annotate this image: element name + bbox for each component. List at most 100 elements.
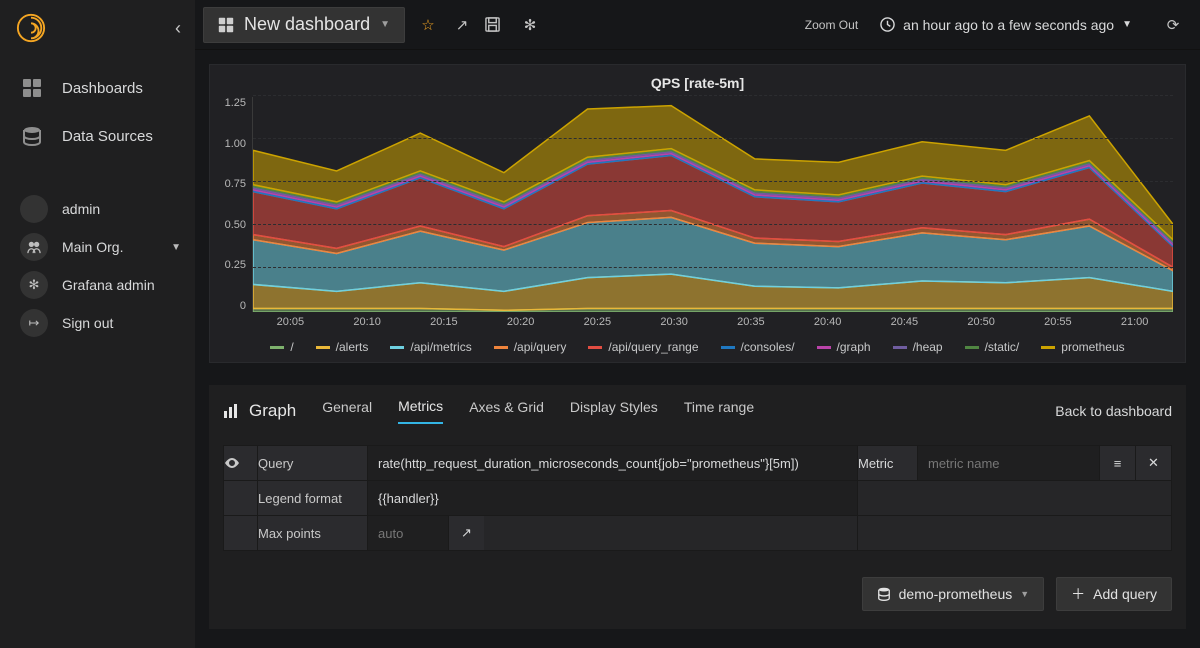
legend-item[interactable]: /graph <box>817 340 871 354</box>
legend-label: /api/metrics <box>410 340 471 354</box>
time-range-label: an hour ago to a few seconds ago <box>903 17 1114 33</box>
datasource-name: demo-prometheus <box>899 586 1013 602</box>
graph-panel: QPS [rate-5m] 1.251.000.750.500.250 20:0… <box>209 64 1186 363</box>
legend-swatch <box>588 346 602 349</box>
chevron-down-icon: ▼ <box>380 19 390 30</box>
plus-icon: ＋ <box>1071 584 1085 604</box>
legend-item[interactable]: /static/ <box>965 340 1020 354</box>
legend-label: /graph <box>837 340 871 354</box>
legend-label: /alerts <box>336 340 369 354</box>
sidebar-user[interactable]: admin <box>20 190 181 228</box>
legend-swatch <box>893 346 907 349</box>
y-axis: 1.251.000.750.500.250 <box>222 97 252 312</box>
legend-label: prometheus <box>1061 340 1124 354</box>
query-expr-input[interactable] <box>368 446 857 480</box>
legend-item[interactable]: /alerts <box>316 340 369 354</box>
share-icon[interactable]: ↗ <box>451 16 473 34</box>
org-icon <box>20 233 48 261</box>
legend-item[interactable]: /heap <box>893 340 943 354</box>
editor-tab-time-range[interactable]: Time range <box>684 399 754 423</box>
dashboards-icon <box>22 78 44 98</box>
sidebar: ‹ Dashboards Data Sources <box>0 0 195 648</box>
sidebar-signout-label: Sign out <box>62 315 113 331</box>
database-icon <box>877 587 891 601</box>
legend-swatch <box>817 346 831 349</box>
chart-plot[interactable] <box>252 97 1173 312</box>
sidebar-item-label: Data Sources <box>62 128 153 145</box>
legend-swatch <box>390 346 404 349</box>
chart-legend: / /alerts/api/metrics/api/query/api/query… <box>222 340 1173 354</box>
legend-label: / <box>290 340 293 354</box>
x-axis: 20:0520:1020:1520:2020:2520:3020:3520:40… <box>252 312 1173 334</box>
legend-item[interactable]: /consoles/ <box>721 340 795 354</box>
dashboards-icon <box>218 17 234 33</box>
legend-swatch <box>965 346 979 349</box>
max-points-input[interactable] <box>368 516 448 550</box>
sidebar-admin-label: Grafana admin <box>62 277 155 293</box>
legend-label: /static/ <box>985 340 1020 354</box>
grafana-logo <box>16 13 46 43</box>
legend-swatch <box>1041 346 1055 349</box>
sidebar-signout[interactable]: ↦ Sign out <box>20 304 181 342</box>
sidebar-org-name: Main Org. <box>62 239 123 255</box>
chevron-down-icon: ▼ <box>171 242 181 253</box>
legend-label: /api/query_range <box>608 340 698 354</box>
panel-editor: Graph GeneralMetricsAxes & GridDisplay S… <box>209 385 1186 629</box>
add-query-button[interactable]: ＋ Add query <box>1056 577 1172 611</box>
editor-tab-axes-grid[interactable]: Axes & Grid <box>469 399 544 423</box>
sidebar-collapse-icon[interactable]: ‹ <box>175 18 181 39</box>
time-range-picker[interactable]: an hour ago to a few seconds ago ▼ <box>880 17 1132 33</box>
legend-swatch <box>270 346 284 349</box>
dashboard-picker-button[interactable]: New dashboard ▼ <box>203 7 405 43</box>
legend-label: /consoles/ <box>741 340 795 354</box>
zoom-out-button[interactable]: Zoom Out <box>805 18 858 32</box>
legend-item[interactable]: /api/metrics <box>390 340 471 354</box>
panel-title: QPS [rate-5m] <box>222 75 1173 91</box>
metric-label: Metric <box>858 446 918 481</box>
sidebar-item-label: Dashboards <box>62 80 143 97</box>
sidebar-item-datasources[interactable]: Data Sources <box>0 112 195 160</box>
legend-label: /api/query <box>514 340 567 354</box>
editor-tab-display-styles[interactable]: Display Styles <box>570 399 658 423</box>
add-query-label: Add query <box>1093 586 1157 602</box>
topbar: New dashboard ▼ ☆ ↗ ✻ Zoom Out an hour a… <box>195 0 1200 50</box>
legend-swatch <box>494 346 508 349</box>
legend-item[interactable]: /api/query_range <box>588 340 698 354</box>
metric-name-input[interactable] <box>918 446 1099 480</box>
back-to-dashboard-link[interactable]: Back to dashboard <box>1055 403 1172 419</box>
toggle-query-icon[interactable] <box>224 446 258 481</box>
max-points-label: Max points <box>258 516 368 551</box>
legend-item[interactable]: / <box>270 340 293 354</box>
chevron-down-icon: ▼ <box>1122 19 1132 30</box>
query-menu-icon[interactable]: ≡ <box>1100 446 1136 481</box>
sidebar-grafana-admin[interactable]: ✻ Grafana admin <box>20 266 181 304</box>
save-icon[interactable] <box>485 17 507 32</box>
legend-item[interactable]: prometheus <box>1041 340 1124 354</box>
legend-item[interactable]: /api/query <box>494 340 567 354</box>
barchart-icon <box>223 403 239 419</box>
sidebar-item-dashboards[interactable]: Dashboards <box>0 64 195 112</box>
remove-query-icon[interactable]: ✕ <box>1136 446 1172 481</box>
signout-icon: ↦ <box>20 309 48 337</box>
legend-format-input[interactable] <box>368 481 857 515</box>
link-icon[interactable]: ↗ <box>448 516 484 550</box>
clock-icon <box>880 17 895 32</box>
star-icon[interactable]: ☆ <box>417 16 439 34</box>
refresh-icon[interactable]: ⟳ <box>1162 16 1184 34</box>
legend-format-label: Legend format <box>258 481 368 516</box>
datasources-icon <box>22 126 44 146</box>
dashboard-name: New dashboard <box>244 14 370 35</box>
query-label: Query <box>258 446 368 481</box>
editor-tab-general[interactable]: General <box>322 399 372 423</box>
datasource-picker-button[interactable]: demo-prometheus ▼ <box>862 577 1045 611</box>
gear-icon: ✻ <box>20 271 48 299</box>
sidebar-org-picker[interactable]: Main Org. ▼ <box>20 228 181 266</box>
sidebar-user-name: admin <box>62 201 100 217</box>
legend-swatch <box>721 346 735 349</box>
legend-label: /heap <box>913 340 943 354</box>
avatar-icon <box>20 195 48 223</box>
chart-area[interactable]: 1.251.000.750.500.250 <box>222 97 1173 312</box>
settings-icon[interactable]: ✻ <box>519 16 541 34</box>
chevron-down-icon: ▼ <box>1020 589 1029 599</box>
editor-tab-metrics[interactable]: Metrics <box>398 398 443 424</box>
